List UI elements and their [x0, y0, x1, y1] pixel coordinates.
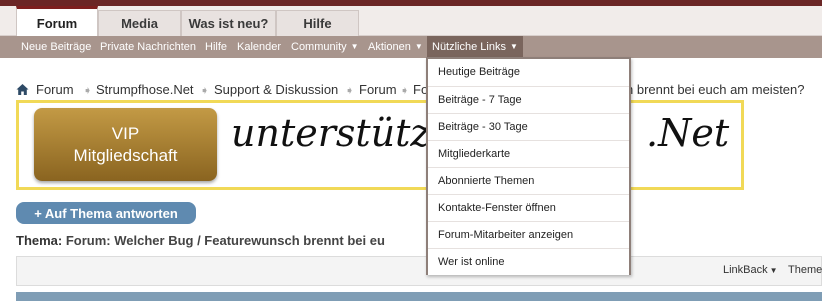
breadcrumb-separator-icon: ➧: [400, 85, 410, 97]
menu-item-kontakte-fenster[interactable]: Kontakte-Fenster öffnen: [428, 194, 629, 221]
breadcrumb-separator-icon: ➧: [83, 85, 93, 97]
chevron-down-icon: ▼: [769, 266, 778, 275]
vip-line-1: VIP: [111, 123, 140, 143]
vip-banner[interactable]: VIP Mitgliedschaft unterstütze S .Net: [16, 100, 744, 190]
subnav-private-nachrichten[interactable]: Private Nachrichten: [100, 36, 196, 58]
subnav-aktionen[interactable]: Aktionen ▼: [368, 36, 423, 58]
reply-button[interactable]: + Auf Thema antworten: [16, 202, 196, 224]
sub-navigation: Neue Beiträge Private Nachrichten Hilfe …: [0, 36, 822, 58]
chevron-down-icon: ▼: [509, 42, 518, 51]
thread-label: Thema:: [16, 233, 63, 248]
breadcrumb-forum[interactable]: Forum: [36, 82, 74, 97]
linkback-label: LinkBack: [723, 264, 768, 276]
tab-forum[interactable]: Forum: [16, 6, 98, 37]
breadcrumb-separator-icon: ➧: [200, 85, 210, 97]
menu-item-beitraege-30-tage[interactable]: Beiträge - 30 Tage: [428, 113, 629, 140]
thread-toolbar: [16, 256, 822, 286]
subnav-kalender[interactable]: Kalender: [237, 36, 281, 58]
main-tabs: Forum Media Was ist neu? Hilfe: [0, 6, 822, 37]
menu-item-heutige-beitraege[interactable]: Heutige Beiträge: [428, 59, 629, 86]
chevron-down-icon: ▼: [414, 42, 423, 51]
thread-name: Forum: Welcher Bug / Featurewunsch brenn…: [65, 233, 385, 248]
chevron-down-icon: ▼: [350, 42, 359, 51]
linkback-menu[interactable]: LinkBack ▼: [723, 264, 778, 276]
vip-badge[interactable]: VIP Mitgliedschaft: [34, 108, 217, 181]
thread-title: Thema: Forum: Welcher Bug / Featurewunsc…: [16, 233, 385, 248]
page: Forum Media Was ist neu? Hilfe Neue Beit…: [0, 0, 822, 301]
post-header-bar: [16, 292, 822, 301]
vip-line-2: Mitgliedschaft: [73, 145, 178, 165]
banner-script-tail: .Net: [646, 111, 730, 155]
breadcrumb-strumpfhose[interactable]: Strumpfhose.Net: [96, 82, 194, 97]
subnav-community-label: Community: [291, 41, 347, 53]
home-icon[interactable]: [16, 83, 29, 96]
breadcrumb-separator-icon: ➧: [345, 85, 355, 97]
subnav-nuetzliche-links-label: Nützliche Links: [432, 41, 506, 53]
breadcrumb-current-tail: n brennt bei euch am meisten?: [626, 82, 805, 97]
themen-menu[interactable]: Theme: [788, 264, 822, 276]
subnav-neue-beitraege[interactable]: Neue Beiträge: [21, 36, 91, 58]
subnav-community[interactable]: Community ▼: [291, 36, 359, 58]
menu-item-beitraege-7-tage[interactable]: Beiträge - 7 Tage: [428, 86, 629, 113]
menu-item-wer-ist-online[interactable]: Wer ist online: [428, 248, 629, 275]
tab-hilfe[interactable]: Hilfe: [276, 10, 359, 36]
tab-media[interactable]: Media: [98, 10, 181, 36]
subnav-hilfe[interactable]: Hilfe: [205, 36, 227, 58]
breadcrumb-forum-2[interactable]: Forum: [359, 82, 397, 97]
tab-was-ist-neu[interactable]: Was ist neu?: [181, 10, 276, 36]
menu-item-forum-mitarbeiter[interactable]: Forum-Mitarbeiter anzeigen: [428, 221, 629, 248]
subnav-aktionen-label: Aktionen: [368, 41, 411, 53]
breadcrumb-support[interactable]: Support & Diskussion: [214, 82, 338, 97]
subnav-nuetzliche-links[interactable]: Nützliche Links ▼: [427, 36, 523, 58]
nuetzliche-links-dropdown: Heutige Beiträge Beiträge - 7 Tage Beitr…: [426, 57, 631, 275]
menu-item-mitgliederkarte[interactable]: Mitgliederkarte: [428, 140, 629, 167]
menu-item-abonnierte-themen[interactable]: Abonnierte Themen: [428, 167, 629, 194]
